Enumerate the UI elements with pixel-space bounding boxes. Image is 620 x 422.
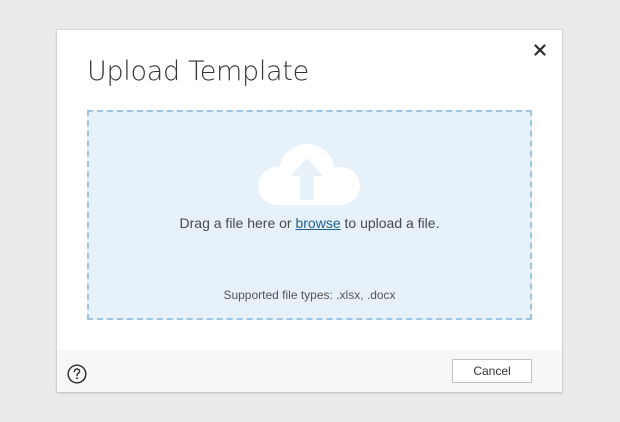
supported-file-types: Supported file types: .xlsx, .docx bbox=[223, 288, 396, 302]
close-button[interactable] bbox=[530, 40, 550, 60]
dialog-footer: Cancel bbox=[57, 350, 562, 392]
browse-link[interactable]: browse bbox=[295, 215, 340, 231]
drop-text-after: to upload a file. bbox=[340, 215, 440, 231]
drop-instructions: Drag a file here or browse to upload a f… bbox=[89, 215, 530, 231]
close-icon bbox=[534, 44, 546, 56]
drop-text-before: Drag a file here or bbox=[179, 215, 296, 231]
cloud-upload-icon bbox=[258, 144, 360, 205]
upload-template-dialog: Upload Template Drag a file here or brow… bbox=[57, 30, 562, 392]
help-icon[interactable] bbox=[67, 364, 87, 384]
cancel-button[interactable]: Cancel bbox=[452, 359, 532, 383]
file-drop-zone[interactable]: Drag a file here or browse to upload a f… bbox=[87, 110, 532, 320]
dialog-title: Upload Template bbox=[87, 56, 309, 87]
